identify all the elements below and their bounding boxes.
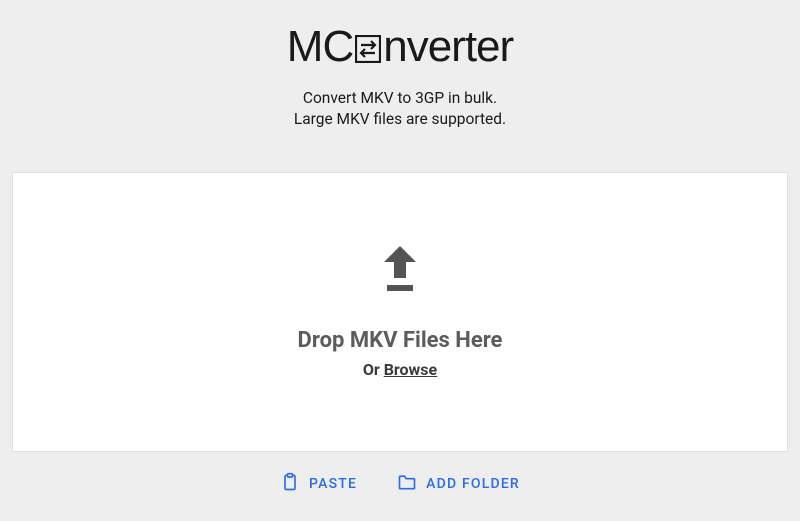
paste-button[interactable]: PASTE xyxy=(280,472,357,496)
subtitle-line-2: Large MKV files are supported. xyxy=(294,109,506,130)
or-text: Or xyxy=(363,360,384,379)
clipboard-icon xyxy=(280,472,300,496)
upload-icon xyxy=(376,244,424,298)
brand-logo: MC nverter xyxy=(287,22,513,72)
dropzone-subtext: Or Browse xyxy=(363,360,437,379)
action-bar: PASTE ADD FOLDER xyxy=(280,472,520,496)
logo-text-part2: nverter xyxy=(383,22,513,72)
add-folder-label: ADD FOLDER xyxy=(426,476,520,492)
dropzone-title: Drop MKV Files Here xyxy=(298,328,503,353)
logo-text-part1: MC xyxy=(287,22,353,72)
folder-icon xyxy=(397,472,417,496)
file-dropzone[interactable]: Drop MKV Files Here Or Browse xyxy=(12,172,788,452)
browse-link[interactable]: Browse xyxy=(384,360,437,379)
convert-arrows-icon xyxy=(355,35,381,63)
subtitle-line-1: Convert MKV to 3GP in bulk. xyxy=(294,88,506,109)
page-subtitle: Convert MKV to 3GP in bulk. Large MKV fi… xyxy=(294,88,506,130)
paste-label: PASTE xyxy=(309,476,357,492)
add-folder-button[interactable]: ADD FOLDER xyxy=(397,472,520,496)
